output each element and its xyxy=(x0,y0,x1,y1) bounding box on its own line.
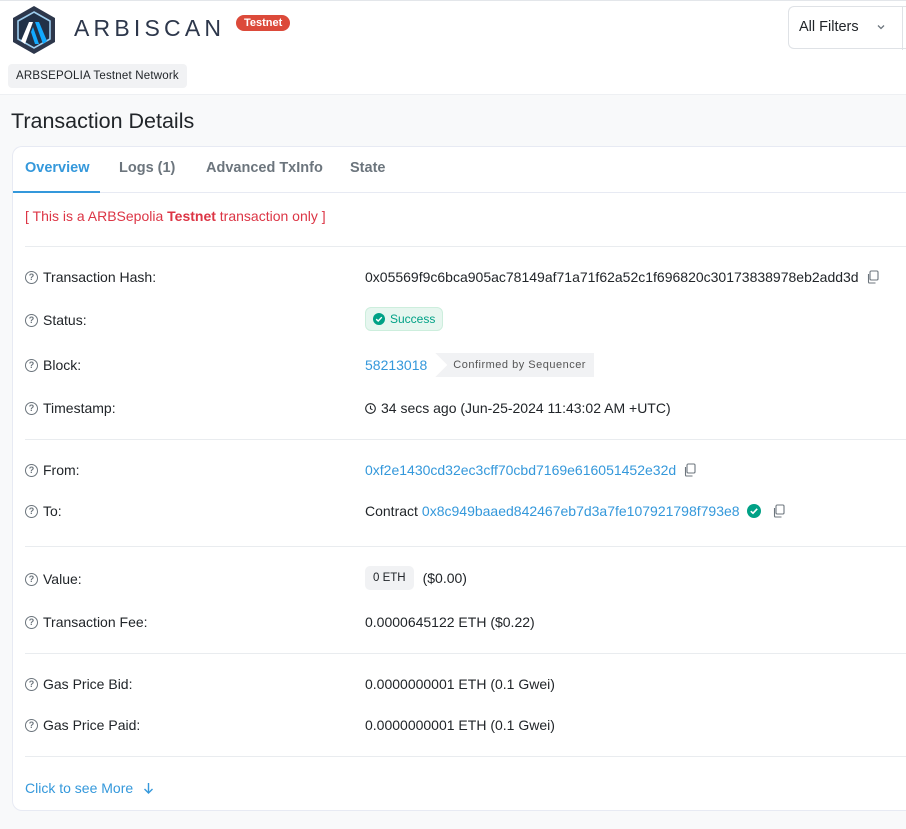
clock-icon xyxy=(365,402,376,414)
status-badge-text: Success xyxy=(390,312,436,326)
help-icon[interactable]: ? xyxy=(25,401,38,415)
timestamp-value: 34 secs ago (Jun-25-2024 11:43:02 AM +UT… xyxy=(365,400,671,416)
tab-logs[interactable]: Logs (1) xyxy=(119,160,175,176)
fee-text: 0.0000645122 ETH ($0.22) xyxy=(365,614,535,630)
gas-bid-value: 0.0000000001 ETH (0.1 Gwei) xyxy=(365,676,555,692)
gas-paid-label-text: Gas Price Paid: xyxy=(43,717,141,733)
help-icon[interactable]: ? xyxy=(25,358,38,372)
status-badge: Success xyxy=(365,307,444,331)
block-label-text: Block: xyxy=(43,357,82,373)
help-icon[interactable]: ? xyxy=(25,504,38,518)
fee-label: ? Transaction Fee: xyxy=(25,614,148,630)
active-tab-indicator xyxy=(13,191,100,193)
transaction-card: Overview Logs (1) Advanced TxInfo State … xyxy=(12,146,906,811)
see-more-text: Click to see More xyxy=(25,780,134,796)
section-divider xyxy=(25,653,906,654)
block-number-link[interactable]: 58213018 xyxy=(365,357,427,373)
from-value: 0xf2e1430cd32ec3cff70cbd7169e616051452e3… xyxy=(365,462,697,478)
tab-advanced-txinfo[interactable]: Advanced TxInfo xyxy=(206,160,323,176)
to-label-text: To: xyxy=(43,503,62,519)
testnet-badge: Testnet xyxy=(236,15,291,31)
tx-hash-label: ? Transaction Hash: xyxy=(25,269,156,285)
fee-value: 0.0000645122 ETH ($0.22) xyxy=(365,614,535,630)
copy-icon[interactable] xyxy=(683,463,697,477)
block-label: ? Block: xyxy=(25,357,81,373)
filter-label: All Filters xyxy=(799,19,859,35)
tab-overview[interactable]: Overview xyxy=(25,160,90,176)
section-divider xyxy=(25,546,906,547)
status-value: Success xyxy=(365,307,444,331)
to-address-link[interactable]: 0x8c949baaed842467eb7d3a7fe107921798f793… xyxy=(422,503,740,519)
block-value: 58213018 Confirmed by Sequencer xyxy=(365,353,594,377)
from-label: ? From: xyxy=(25,462,80,478)
tx-hash-label-text: Transaction Hash: xyxy=(43,269,157,285)
to-value: Contract 0x8c949baaed842467eb7d3a7fe1079… xyxy=(365,503,786,519)
notice-suffix: transaction only ] xyxy=(215,208,326,224)
tx-hash-value: 0x05569f9c6bca905ac78149af71a71f62a52c1f… xyxy=(365,269,880,285)
section-divider xyxy=(25,756,906,757)
from-label-text: From: xyxy=(43,462,80,478)
gas-bid-label: ? Gas Price Bid: xyxy=(25,676,132,692)
help-icon[interactable]: ? xyxy=(25,270,38,284)
to-label: ? To: xyxy=(25,503,62,519)
section-divider xyxy=(25,439,906,440)
help-icon[interactable]: ? xyxy=(25,677,38,691)
filter-dropdown[interactable]: All Filters xyxy=(788,6,906,50)
help-icon[interactable]: ? xyxy=(25,313,38,327)
tab-state[interactable]: State xyxy=(350,160,385,176)
help-icon[interactable]: ? xyxy=(25,463,38,477)
timestamp-label: ? Timestamp: xyxy=(25,400,116,416)
value-label: ? Value: xyxy=(25,571,82,587)
help-icon[interactable]: ? xyxy=(25,718,38,732)
verified-check-icon xyxy=(746,504,761,518)
value-label-text: Value: xyxy=(43,571,82,587)
help-icon[interactable]: ? xyxy=(25,572,38,586)
check-circle-icon xyxy=(373,313,385,325)
gas-bid-text: 0.0000000001 ETH (0.1 Gwei) xyxy=(365,676,555,692)
value-value: 0 ETH ($0.00) xyxy=(365,566,467,590)
gas-bid-label-text: Gas Price Bid: xyxy=(43,676,133,692)
page-title: Transaction Details xyxy=(11,109,195,133)
tab-bar: Overview Logs (1) Advanced TxInfo State xyxy=(13,147,906,193)
eth-amount-chip: 0 ETH xyxy=(365,566,414,590)
network-label: ARBSEPOLIA Testnet Network xyxy=(8,64,187,88)
see-more-link[interactable]: Click to see More xyxy=(25,780,154,796)
copy-icon[interactable] xyxy=(772,504,786,518)
from-address-link[interactable]: 0xf2e1430cd32ec3cff70cbd7169e616051452e3… xyxy=(365,462,676,478)
value-usd: ($0.00) xyxy=(422,570,467,586)
timestamp-text: 34 secs ago (Jun-25-2024 11:43:02 AM +UT… xyxy=(381,400,671,416)
timestamp-label-text: Timestamp: xyxy=(43,400,116,416)
notice-bold: Testnet xyxy=(167,208,216,224)
help-icon[interactable]: ? xyxy=(25,615,38,629)
confirmation-badge: Confirmed by Sequencer xyxy=(435,353,594,377)
contract-prefix: Contract xyxy=(365,503,418,519)
site-header: ARBISCAN Testnet ARBSEPOLIA Testnet Netw… xyxy=(0,0,906,95)
fee-label-text: Transaction Fee: xyxy=(43,614,148,630)
notice-prefix: [ This is a ARBSepolia xyxy=(25,208,168,224)
section-divider xyxy=(25,246,906,247)
status-label-text: Status: xyxy=(43,312,87,328)
arrow-down-icon xyxy=(144,783,154,794)
brand-name[interactable]: ARBISCAN xyxy=(74,15,225,42)
tx-hash-text: 0x05569f9c6bca905ac78149af71a71f62a52c1f… xyxy=(365,269,859,285)
filter-divider xyxy=(902,7,903,50)
copy-icon[interactable] xyxy=(866,270,880,284)
arbiscan-logo-icon[interactable] xyxy=(11,5,57,55)
status-label: ? Status: xyxy=(25,312,87,328)
testnet-notice: [ This is a ARBSepolia Testnet transacti… xyxy=(25,208,326,224)
gas-paid-text: 0.0000000001 ETH (0.1 Gwei) xyxy=(365,717,555,733)
gas-paid-label: ? Gas Price Paid: xyxy=(25,717,140,733)
gas-paid-value: 0.0000000001 ETH (0.1 Gwei) xyxy=(365,717,555,733)
chevron-down-icon xyxy=(877,25,885,30)
